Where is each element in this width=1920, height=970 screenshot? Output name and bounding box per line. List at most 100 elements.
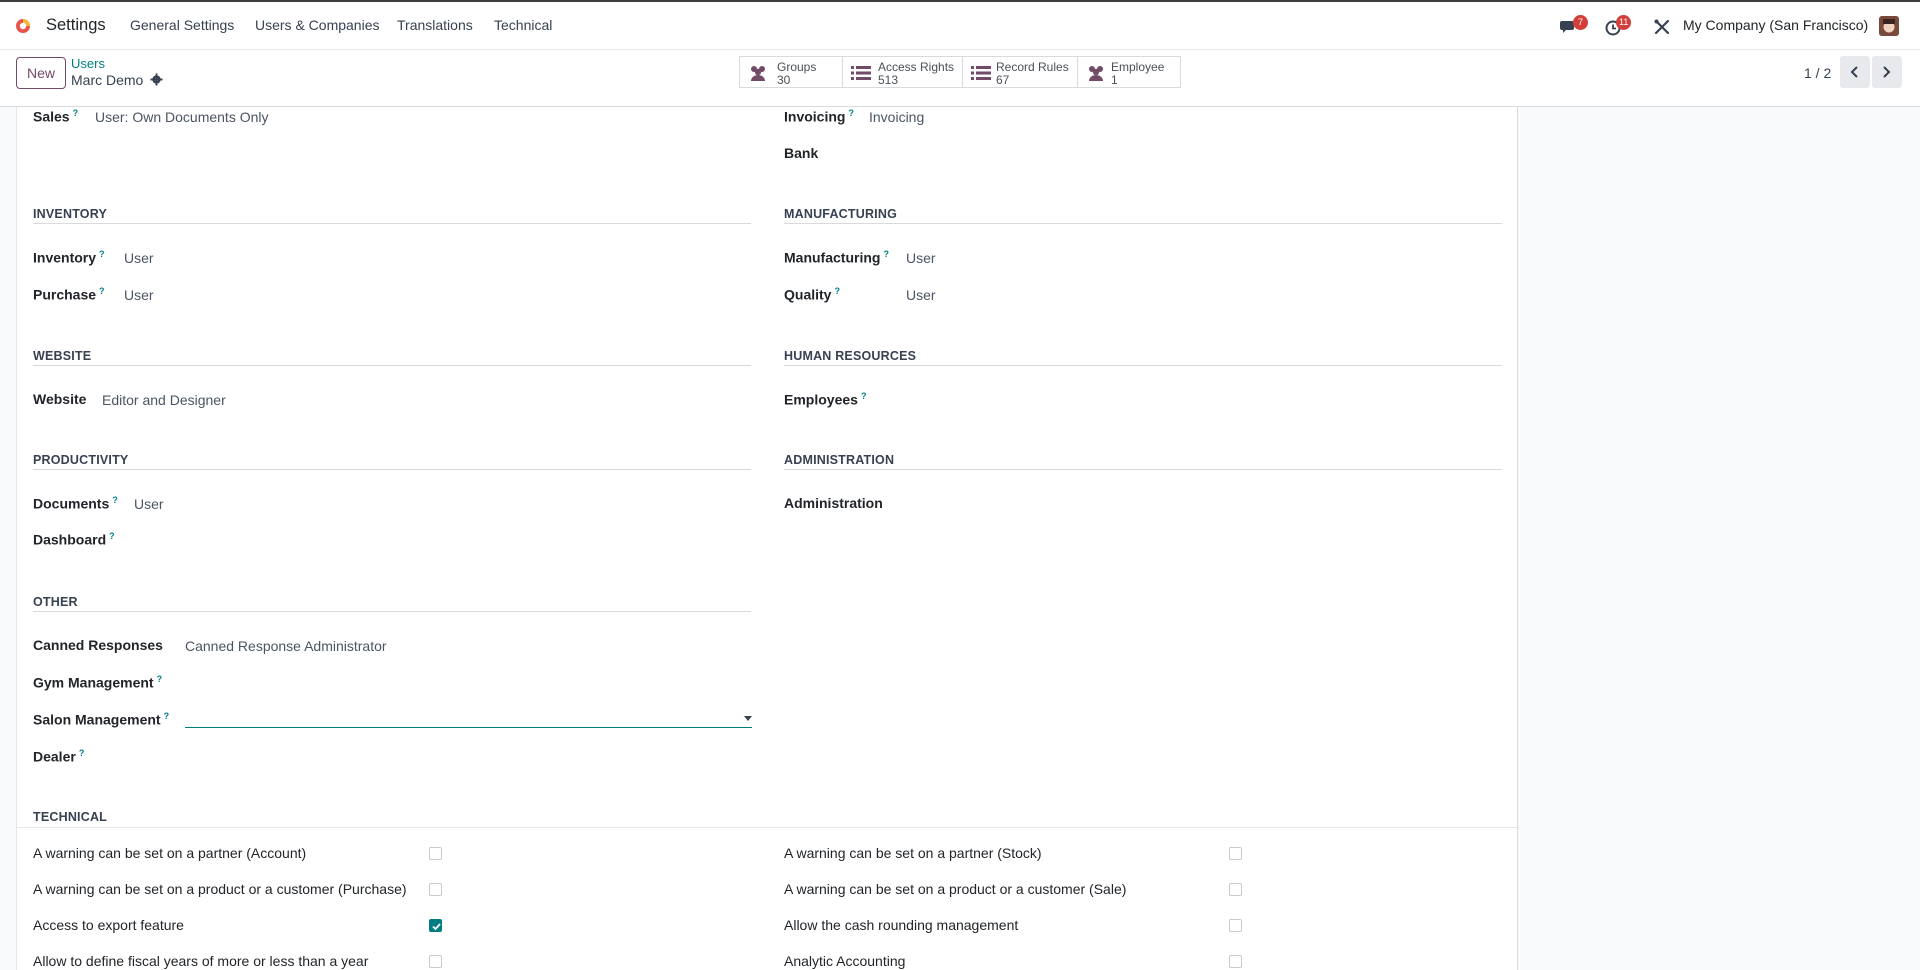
- stat-value: 1: [1111, 73, 1118, 87]
- pager-value[interactable]: 1 / 2: [1804, 65, 1831, 81]
- technical-option-label: A warning can be set on a product or a c…: [784, 881, 1127, 897]
- technical-option-label: A warning can be set on a partner (Stock…: [784, 845, 1042, 861]
- section-title-inventory: INVENTORY: [33, 207, 108, 221]
- app-logo-icon[interactable]: [15, 18, 31, 34]
- technical-option-checkbox[interactable]: [1229, 919, 1242, 932]
- list-icon: [851, 66, 871, 80]
- help-tooltip-icon[interactable]: ?: [883, 249, 889, 259]
- field-label-dealer: Dealer?: [33, 748, 85, 765]
- menu-general-settings[interactable]: General Settings: [130, 17, 234, 33]
- field-value-website[interactable]: Editor and Designer: [102, 392, 226, 408]
- help-tooltip-icon[interactable]: ?: [848, 108, 854, 118]
- breadcrumb-users[interactable]: Users: [71, 56, 105, 71]
- technical-option-label: A warning can be set on a partner (Accou…: [33, 845, 307, 861]
- section-divider: [17, 827, 1519, 828]
- gear-icon[interactable]: [150, 73, 163, 86]
- menu-technical[interactable]: Technical: [494, 17, 552, 33]
- users-icon: [751, 66, 765, 81]
- field-label-quality: Quality?: [784, 286, 840, 303]
- form-sheet: Sales? User: Own Documents Only Invoicin…: [16, 107, 1519, 970]
- stat-button-access-rights[interactable]: Access Rights 513: [842, 56, 963, 88]
- help-tooltip-icon[interactable]: ?: [164, 711, 170, 721]
- caret-down-icon: [744, 716, 752, 721]
- section-divider: [33, 365, 751, 366]
- messages-badge: 7: [1573, 15, 1588, 30]
- help-tooltip-icon[interactable]: ?: [99, 249, 105, 259]
- field-label-dashboard: Dashboard?: [33, 531, 115, 548]
- technical-option-checkbox[interactable]: [1229, 883, 1242, 896]
- technical-option-checkbox[interactable]: [429, 955, 442, 968]
- section-divider: [33, 223, 751, 224]
- stat-value: 67: [996, 73, 1010, 87]
- activities-badge: 11: [1616, 15, 1632, 30]
- app-name[interactable]: Settings: [46, 16, 106, 35]
- checkmark-icon: [432, 923, 441, 931]
- avatar-face-icon: [1879, 16, 1899, 36]
- users-icon: [1089, 66, 1103, 81]
- stat-label: Access Rights: [878, 60, 955, 74]
- stat-button-record-rules[interactable]: Record Rules 67: [962, 56, 1078, 88]
- breadcrumb-current: Marc Demo: [71, 72, 144, 88]
- field-label-documents: Documents?: [33, 495, 118, 512]
- technical-option-checkbox[interactable]: [429, 883, 442, 896]
- field-label-inventory: Inventory?: [33, 249, 105, 266]
- section-title-administration: ADMINISTRATION: [784, 453, 895, 467]
- stat-label: Groups: [777, 60, 817, 74]
- section-divider: [784, 469, 1502, 470]
- salon-management-select[interactable]: [185, 708, 752, 728]
- help-tooltip-icon[interactable]: ?: [99, 286, 105, 296]
- field-value-purchase[interactable]: User: [124, 287, 154, 303]
- section-title-technical: TECHNICAL: [33, 810, 108, 824]
- field-label-purchase: Purchase?: [33, 286, 105, 303]
- section-divider: [784, 365, 1502, 366]
- help-tooltip-icon[interactable]: ?: [112, 495, 118, 505]
- technical-option-label: Allow the cash rounding management: [784, 917, 1019, 933]
- technical-option-checkbox[interactable]: [1229, 847, 1242, 860]
- technical-option-checkbox[interactable]: [1229, 955, 1242, 968]
- help-tooltip-icon[interactable]: ?: [834, 286, 840, 296]
- field-value-sales[interactable]: User: Own Documents Only: [95, 109, 269, 125]
- section-divider: [784, 223, 1502, 224]
- stat-value: 30: [777, 73, 791, 87]
- help-tooltip-icon[interactable]: ?: [157, 674, 163, 684]
- field-value-documents[interactable]: User: [134, 496, 164, 512]
- stat-label: Record Rules: [996, 60, 1069, 74]
- field-label-salon-management: Salon Management?: [33, 711, 170, 728]
- menu-translations[interactable]: Translations: [397, 17, 473, 33]
- field-label-canned-responses: Canned Responses: [33, 637, 163, 653]
- chevron-left-icon: [1850, 66, 1858, 78]
- field-value-inventory[interactable]: User: [124, 250, 154, 266]
- field-value-invoicing[interactable]: Invoicing: [869, 109, 924, 125]
- field-value-quality[interactable]: User: [906, 287, 936, 303]
- field-value-canned-responses[interactable]: Canned Response Administrator: [185, 638, 387, 654]
- user-avatar[interactable]: [1879, 16, 1899, 36]
- menu-users-companies[interactable]: Users & Companies: [255, 17, 380, 33]
- help-tooltip-icon[interactable]: ?: [109, 531, 115, 541]
- field-label-sales: Sales?: [33, 108, 79, 125]
- help-tooltip-icon[interactable]: ?: [73, 108, 79, 118]
- help-tooltip-icon[interactable]: ?: [861, 391, 867, 401]
- field-label-gym-management: Gym Management?: [33, 674, 163, 691]
- field-value-manufacturing[interactable]: User: [906, 250, 936, 266]
- field-label-invoicing: Invoicing?: [784, 108, 854, 125]
- section-title-manufacturing: MANUFACTURING: [784, 207, 898, 221]
- section-title-other: OTHER: [33, 595, 78, 609]
- top-navbar: Settings General Settings Users & Compan…: [0, 0, 1920, 50]
- technical-option-checkbox[interactable]: [429, 919, 442, 932]
- help-tooltip-icon[interactable]: ?: [79, 748, 85, 758]
- debug-tools-icon[interactable]: [1652, 17, 1672, 37]
- chevron-right-icon: [1883, 66, 1891, 78]
- company-switcher[interactable]: My Company (San Francisco): [1683, 17, 1868, 33]
- field-label-manufacturing: Manufacturing?: [784, 249, 889, 266]
- stat-label: Employee: [1111, 60, 1165, 74]
- technical-option-label: A warning can be set on a product or a c…: [33, 881, 407, 897]
- pager-next-button[interactable]: [1872, 56, 1902, 88]
- stat-button-groups[interactable]: Groups 30: [739, 56, 843, 88]
- stat-value: 513: [878, 73, 899, 87]
- new-button[interactable]: New: [16, 57, 66, 89]
- technical-option-checkbox[interactable]: [429, 847, 442, 860]
- stat-button-employee[interactable]: Employee 1: [1077, 56, 1181, 88]
- technical-option-label: Analytic Accounting: [784, 953, 906, 969]
- pager-previous-button[interactable]: [1840, 56, 1870, 88]
- technical-option-label: Access to export feature: [33, 917, 184, 933]
